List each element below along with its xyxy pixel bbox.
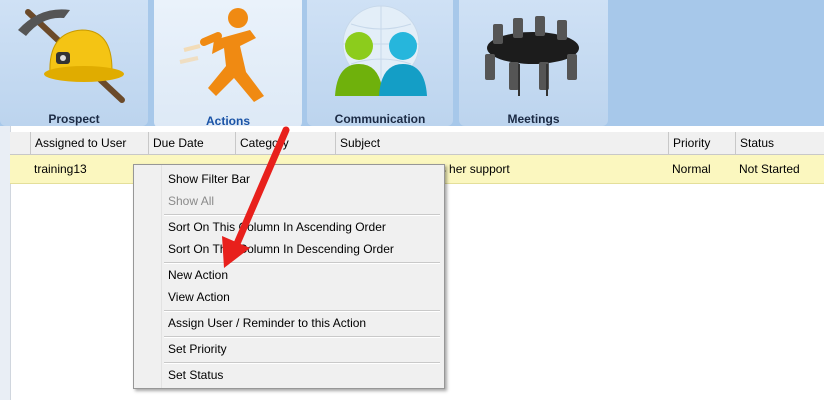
column-header-status[interactable]: Status — [735, 132, 824, 154]
tab-label: Meetings — [507, 112, 560, 126]
tab-communication[interactable]: Communication — [307, 0, 453, 126]
menu-item-sort-ascending[interactable]: Sort On This Column In Ascending Order — [168, 216, 386, 238]
hardhat-pickaxe-icon — [18, 9, 125, 103]
conference-table-icon — [485, 16, 579, 96]
cell-priority: Normal — [672, 162, 711, 176]
menu-item-show-all[interactable]: Show All — [168, 190, 214, 212]
menu-item-assign-user-reminder[interactable]: Assign User / Reminder to this Action — [168, 312, 366, 334]
tab-label: Prospect — [48, 112, 100, 126]
running-man-icon — [179, 8, 264, 102]
menu-item-new-action[interactable]: New Action — [168, 264, 228, 286]
cell-assigned-to-user: training13 — [34, 162, 87, 176]
tab-meetings[interactable]: Meetings — [459, 0, 608, 126]
module-tab-bar: Prospect Actions Communication Meetings — [0, 0, 824, 128]
column-header-subject[interactable]: Subject — [335, 132, 668, 154]
menu-item-view-action[interactable]: View Action — [168, 286, 230, 308]
menu-item-sort-descending[interactable]: Sort On This Column In Descending Order — [168, 238, 394, 260]
column-header-assigned-to-user[interactable]: Assigned to User — [30, 132, 148, 154]
column-header-priority[interactable]: Priority — [668, 132, 735, 154]
cell-status: Not Started — [739, 162, 800, 176]
menu-item-show-filter-bar[interactable]: Show Filter Bar — [168, 168, 250, 190]
column-header-category[interactable]: Category — [235, 132, 335, 154]
menu-item-set-status[interactable]: Set Status — [168, 364, 223, 386]
column-header-due-date[interactable]: Due Date — [148, 132, 235, 154]
tab-actions[interactable]: Actions — [154, 0, 302, 128]
grid-header-row: Assigned to User Due Date Category Subje… — [10, 132, 824, 155]
two-people-globe-icon — [335, 5, 427, 96]
grid-context-menu: Show Filter Bar Show All Sort On This Co… — [133, 164, 445, 389]
context-menu-icon-gutter — [134, 165, 162, 388]
menu-item-set-priority[interactable]: Set Priority — [168, 338, 227, 360]
tab-label: Communication — [334, 112, 426, 126]
tab-prospect[interactable]: Prospect — [0, 0, 148, 126]
